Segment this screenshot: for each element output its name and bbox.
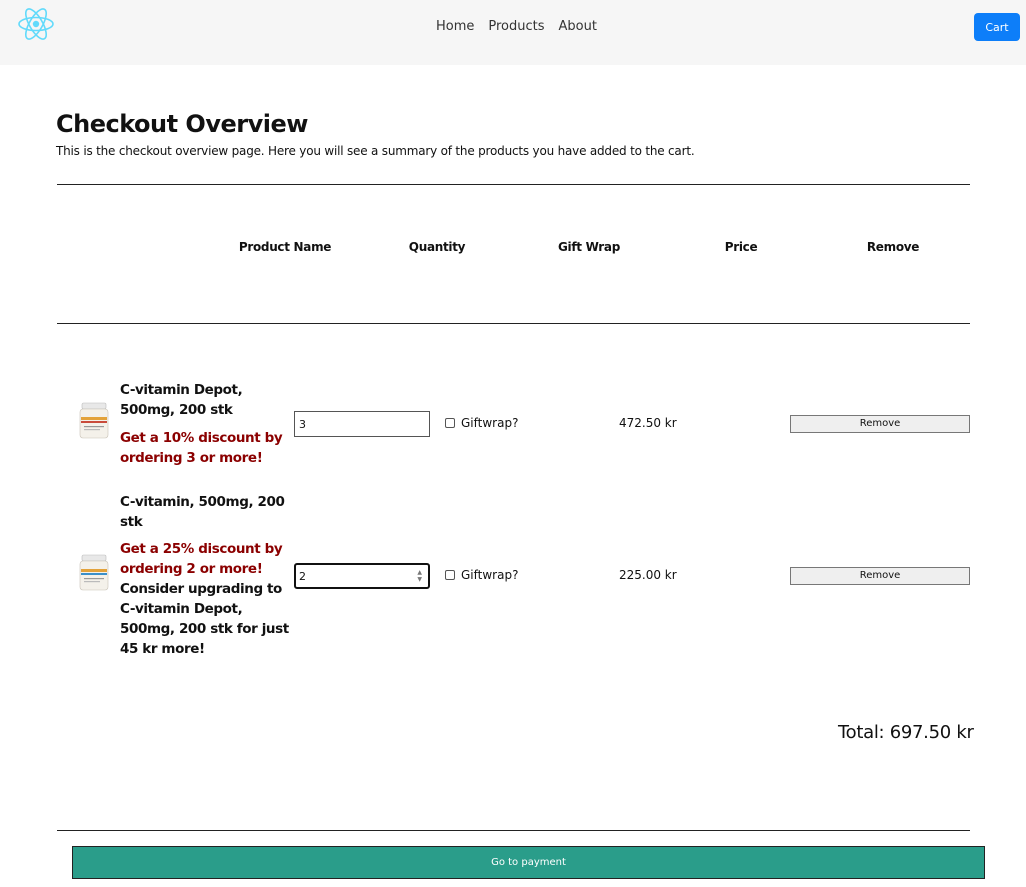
quantity-spinner-icon[interactable]: ▲ ▼ [417, 569, 422, 583]
quantity-value: 2 [299, 570, 306, 583]
header-quantity: Quantity [408, 240, 466, 254]
header-price: Price [724, 240, 758, 254]
product-image[interactable] [77, 402, 111, 440]
quantity-value: 3 [299, 418, 306, 431]
divider-top [57, 184, 970, 185]
header-gift-wrap: Gift Wrap [557, 240, 621, 254]
nav-link-home[interactable]: Home [436, 19, 474, 34]
cart-button[interactable]: Cart [974, 13, 1020, 41]
header-product-name: Product Name [238, 240, 332, 254]
remove-button[interactable]: Remove [790, 415, 970, 433]
giftwrap-label[interactable]: Giftwrap? [461, 568, 518, 582]
giftwrap-label[interactable]: Giftwrap? [461, 416, 518, 430]
quantity-input[interactable]: 3 [294, 411, 430, 437]
divider-bottom [57, 830, 970, 831]
product-name: C-vitamin Depot, 500mg, 200 stk [120, 382, 243, 418]
nav-link-about[interactable]: About [559, 19, 597, 34]
product-price: 225.00 kr [619, 568, 677, 582]
upsell-message: Consider upgrading to C-vitamin Depot, 5… [120, 581, 289, 657]
divider-header [57, 323, 970, 324]
remove-button[interactable]: Remove [790, 567, 970, 585]
discount-promo: Get a 25% discount by ordering 2 or more… [120, 541, 283, 577]
product-name: C-vitamin, 500mg, 200 stk [120, 494, 285, 530]
header-remove: Remove [866, 240, 920, 254]
product-image[interactable] [77, 554, 111, 592]
order-total: Total: 697.50 kr [838, 722, 974, 743]
quantity-input[interactable]: 2 ▲ ▼ [294, 563, 430, 589]
giftwrap-checkbox[interactable] [445, 570, 455, 580]
nav-links: Home Products About [436, 19, 611, 34]
discount-promo: Get a 10% discount by ordering 3 or more… [120, 430, 283, 466]
product-price: 472.50 kr [619, 416, 677, 430]
giftwrap-checkbox[interactable] [445, 418, 455, 428]
page-description: This is the checkout overview page. Here… [56, 144, 695, 158]
page-title: Checkout Overview [56, 110, 308, 138]
navbar: Home Products About Cart [0, 0, 1026, 65]
react-logo-icon[interactable] [17, 7, 55, 41]
nav-link-products[interactable]: Products [488, 19, 544, 34]
go-to-payment-button[interactable]: Go to payment [72, 846, 985, 879]
